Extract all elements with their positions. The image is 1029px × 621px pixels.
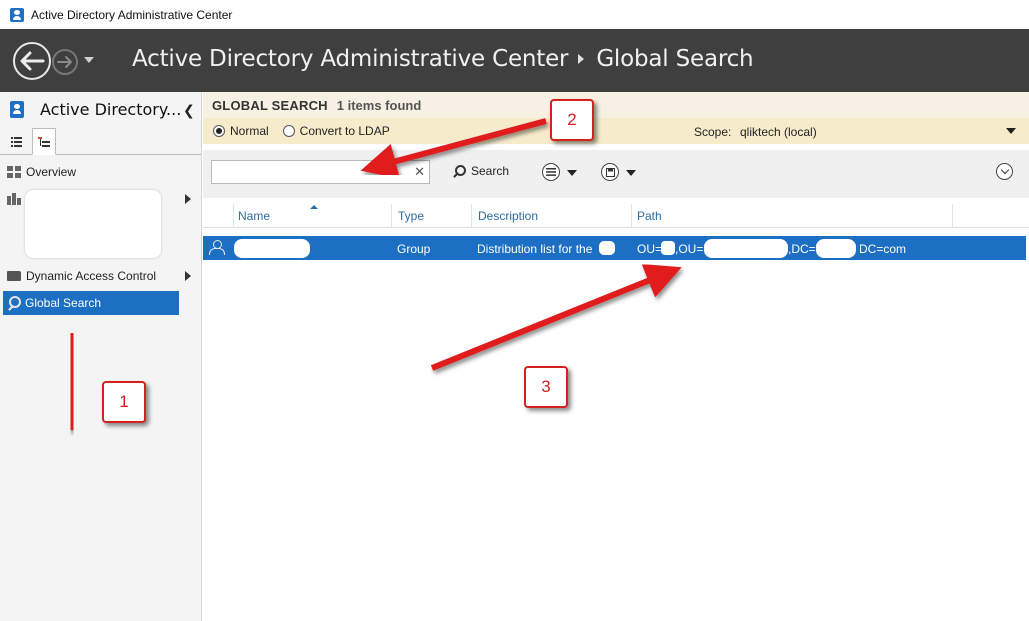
- search-button-label: Search: [471, 164, 510, 178]
- redacted-text: [599, 241, 615, 255]
- chevron-down-icon: [1000, 165, 1009, 175]
- redacted-text: [704, 239, 788, 258]
- redacted-domain-name: [25, 190, 161, 258]
- sidebar-item-overview[interactable]: Overview: [0, 161, 201, 183]
- annotation-badge-2: 2: [550, 99, 594, 141]
- sidebar-item-global-search[interactable]: Global Search: [3, 291, 179, 315]
- column-divider[interactable]: [391, 204, 392, 228]
- domain-icon: [7, 193, 21, 205]
- column-header-name[interactable]: Name: [238, 209, 270, 223]
- search-button[interactable]: Search: [453, 164, 509, 178]
- chevron-down-icon[interactable]: [567, 170, 577, 176]
- breadcrumb-current[interactable]: Global Search: [596, 46, 753, 72]
- list-icon: [546, 168, 556, 176]
- column-header-description[interactable]: Description: [478, 209, 538, 223]
- results-count: 1 items found: [336, 97, 422, 113]
- global-search-panel: GLOBAL SEARCH 1 items found Normal Conve…: [203, 92, 1029, 621]
- expand-criteria-button[interactable]: [996, 163, 1013, 180]
- list-view-tab[interactable]: [4, 128, 28, 155]
- sort-ascending-icon: [310, 205, 318, 209]
- chevron-down-icon[interactable]: [1006, 128, 1016, 134]
- app-icon: [10, 7, 24, 22]
- clear-icon[interactable]: ✕: [414, 164, 425, 180]
- add-criteria-button[interactable]: [542, 163, 560, 181]
- nav-pane-header: Active Directory... ❮: [0, 92, 201, 127]
- column-divider[interactable]: [631, 204, 632, 228]
- navigation-pane: Active Directory... ❮ Overview Dynamic A…: [0, 92, 202, 621]
- forward-arrow-icon: [57, 56, 73, 68]
- search-toolbar: ✕ Search: [203, 150, 1029, 198]
- row-description: Distribution list for the: [477, 242, 593, 256]
- normal-label[interactable]: Normal: [230, 124, 269, 138]
- panel-title: GLOBAL SEARCH: [212, 97, 328, 113]
- results-table-header: Name Type Description Path: [203, 204, 1029, 228]
- annotation-badge-3: 3: [524, 366, 568, 408]
- group-icon: [208, 240, 225, 255]
- save-icon: [605, 167, 615, 177]
- ldap-label[interactable]: Convert to LDAP: [300, 124, 390, 138]
- collapse-pane-icon[interactable]: ❮: [183, 102, 195, 119]
- redacted-text: [816, 239, 856, 258]
- annotation-badge-1: 1: [102, 381, 146, 423]
- save-query-button[interactable]: [601, 163, 619, 181]
- expand-arrow-icon[interactable]: [185, 271, 191, 281]
- sidebar-item-label: Overview: [26, 165, 77, 179]
- column-divider[interactable]: [233, 204, 234, 228]
- search-field[interactable]: ✕: [211, 160, 430, 184]
- breadcrumb-separator-icon: [578, 54, 585, 64]
- search-icon: [7, 296, 21, 310]
- ad-icon: [10, 101, 24, 118]
- overview-icon: [7, 166, 21, 178]
- search-results-header: GLOBAL SEARCH 1 items found: [203, 92, 1029, 118]
- history-dropdown-icon[interactable]: [84, 57, 94, 63]
- breadcrumb-root[interactable]: Active Directory Administrative Center: [132, 46, 569, 72]
- folder-icon: [7, 271, 21, 281]
- sidebar-item-dynamic-access-control[interactable]: Dynamic Access Control: [0, 265, 201, 287]
- query-mode-bar: Normal Convert to LDAP Scope: qliktech (…: [203, 118, 1029, 144]
- chevron-down-icon[interactable]: [626, 170, 636, 176]
- search-input[interactable]: [212, 161, 408, 183]
- row-path-ou2: ,OU=: [675, 242, 704, 256]
- search-icon: [453, 164, 466, 178]
- column-divider[interactable]: [952, 204, 953, 228]
- tree-view-icon: [38, 136, 50, 147]
- breadcrumb: Active Directory Administrative Center G…: [132, 46, 754, 72]
- row-type: Group: [397, 242, 431, 256]
- back-button[interactable]: [13, 42, 51, 80]
- window-titlebar: Active Directory Administrative Center: [0, 0, 1029, 29]
- list-view-icon: [10, 136, 22, 147]
- redacted-text: [661, 241, 675, 255]
- back-arrow-icon: [20, 51, 45, 71]
- expand-arrow-icon[interactable]: [185, 194, 191, 204]
- column-header-path[interactable]: Path: [637, 209, 662, 223]
- tree-view-tab[interactable]: [32, 128, 56, 155]
- column-header-type[interactable]: Type: [398, 209, 424, 223]
- sidebar-item-label: Global Search: [25, 296, 102, 310]
- scope-label: Scope:: [694, 125, 732, 139]
- row-path-ou1: OU=: [637, 242, 663, 256]
- window-title: Active Directory Administrative Center: [31, 7, 233, 22]
- row-path-dc1: ,DC=: [788, 242, 816, 256]
- row-path-dc2: DC=com: [859, 242, 907, 256]
- normal-radio[interactable]: [213, 125, 225, 137]
- column-divider[interactable]: [471, 204, 472, 228]
- scope-select[interactable]: qliktech (local): [740, 125, 817, 139]
- table-row[interactable]: Group Distribution list for the OU= ,OU=…: [203, 236, 1026, 260]
- nav-view-tabs: [0, 128, 201, 155]
- header-bar: Active Directory Administrative Center G…: [0, 29, 1029, 92]
- ldap-radio[interactable]: [282, 125, 295, 137]
- sidebar-item-label: Dynamic Access Control: [26, 269, 157, 283]
- forward-button[interactable]: [52, 49, 78, 75]
- redacted-name: [234, 239, 310, 258]
- nav-pane-title[interactable]: Active Directory...: [40, 100, 181, 119]
